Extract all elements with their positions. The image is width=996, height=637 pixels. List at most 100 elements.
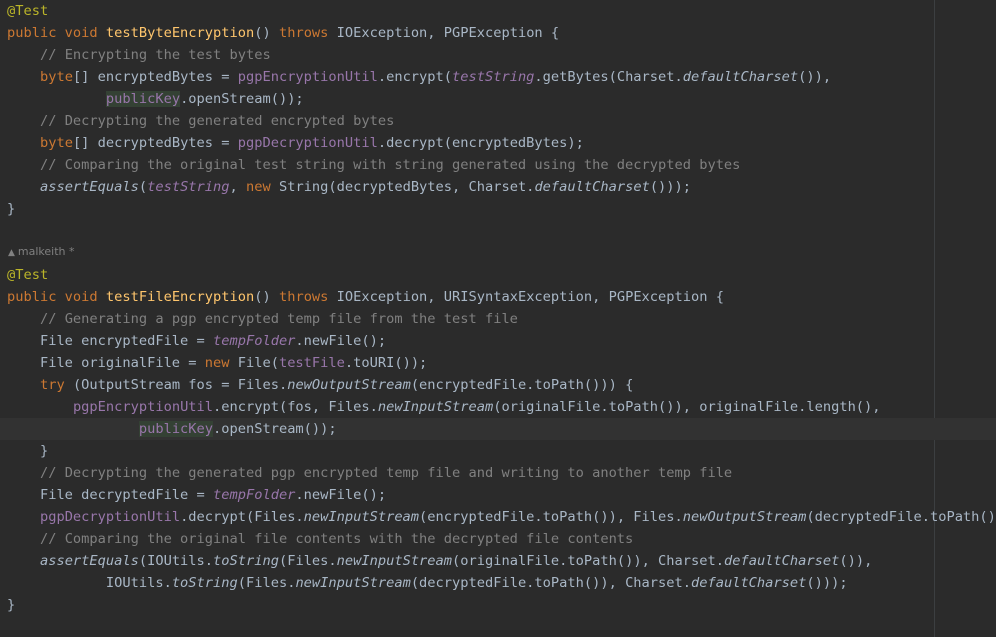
author-annotation[interactable]: ▲ malkeith * (8, 244, 75, 260)
code-token: ())); (649, 179, 692, 195)
code-token: @Test (7, 267, 49, 283)
code-token: byte (39, 69, 73, 85)
code-token: @Test (7, 3, 49, 19)
code-token: pgpDecryptionUtil (39, 509, 181, 525)
code-token: (originalFile.toPath()), Charset. (452, 553, 724, 569)
code-editor[interactable]: @Test public void testByteEncryption() th… (0, 0, 996, 637)
code-token: } (7, 597, 16, 613)
code-token: } (7, 443, 49, 459)
code-line[interactable]: File decryptedFile = tempFolder.newFile(… (0, 484, 996, 506)
code-token: // Comparing the original test string wi… (39, 157, 741, 173)
code-token: File originalFile = (7, 355, 205, 371)
code-line[interactable] (0, 242, 996, 264)
code-token: assertEquals (39, 553, 139, 569)
code-token: // Generating a pgp encrypted temp file … (39, 311, 518, 327)
code-token: pgpEncryptionUtil (72, 399, 214, 415)
code-token: defaultCharset (682, 69, 799, 85)
code-line[interactable]: byte[] decryptedBytes = pgpDecryptionUti… (0, 132, 996, 154)
code-line[interactable]: } (0, 440, 996, 462)
code-token: newInputStream (336, 553, 453, 569)
code-line[interactable]: pgpEncryptionUtil.encrypt(fos, Files.new… (0, 396, 996, 418)
code-token: (encryptedFile.toPath())) { (410, 377, 634, 393)
code-line[interactable]: // Comparing the original test string wi… (0, 154, 996, 176)
code-line[interactable]: // Decrypting the generated pgp encrypte… (0, 462, 996, 484)
code-token: public void (7, 25, 106, 41)
code-token: testFileEncryption (105, 289, 255, 305)
code-line[interactable]: pgpDecryptionUtil.decrypt(Files.newInput… (0, 506, 996, 528)
code-token: throws (278, 289, 337, 305)
code-token: .getBytes(Charset. (534, 69, 683, 85)
code-token: // Decrypting the generated encrypted by… (39, 113, 395, 129)
code-token: testByteEncryption (105, 25, 255, 41)
code-token: defaultCharset (691, 575, 807, 591)
code-line[interactable]: @Test (0, 0, 996, 22)
code-token: newInputStream (303, 509, 420, 525)
code-line[interactable]: assertEquals(IOUtils.toString(Files.newI… (0, 550, 996, 572)
code-line[interactable]: try (OutputStream fos = Files.newOutputS… (0, 374, 996, 396)
code-line[interactable]: File originalFile = new File(testFile.to… (0, 352, 996, 374)
code-token: () (254, 289, 279, 305)
code-line[interactable]: // Generating a pgp encrypted temp file … (0, 308, 996, 330)
code-token: () (254, 25, 279, 41)
code-token: } (7, 201, 16, 217)
code-token: publicKey (105, 91, 181, 107)
code-token: testFile (278, 355, 345, 371)
code-line[interactable]: public void testFileEncryption() throws … (0, 286, 996, 308)
code-line[interactable]: publicKey.openStream()); (0, 88, 996, 110)
code-token: defaultCharset (534, 179, 650, 195)
code-line[interactable]: File encryptedFile = tempFolder.newFile(… (0, 330, 996, 352)
code-token: File encryptedFile = (7, 333, 214, 349)
code-token: .encrypt( (377, 69, 453, 85)
code-line[interactable]: // Encrypting the test bytes (0, 44, 996, 66)
code-token: [] encryptedBytes = (72, 69, 238, 85)
code-line-current[interactable]: publicKey.openStream()); (0, 418, 996, 440)
code-token: testString (452, 69, 535, 85)
author-name: malkeith * (17, 245, 75, 258)
code-token: newInputStream (295, 575, 411, 591)
code-token: (encryptedFile.toPath()), Files. (419, 509, 683, 525)
code-token: (OutputStream fos = Files. (72, 377, 288, 393)
code-token: File decryptedFile = (7, 487, 214, 503)
code-token: new (204, 355, 238, 371)
user-icon: ▲ (8, 248, 15, 258)
code-token: throws (278, 25, 337, 41)
code-line[interactable]: byte[] encryptedBytes = pgpEncryptionUti… (0, 66, 996, 88)
code-token: .decrypt(Files. (180, 509, 304, 525)
code-token: ( (138, 179, 148, 195)
code-token: // Decrypting the generated pgp encrypte… (39, 465, 733, 481)
code-line[interactable]: } (0, 594, 996, 616)
code-line[interactable]: @Test (0, 264, 996, 286)
code-token: // Encrypting the test bytes (39, 47, 271, 63)
code-line[interactable]: // Comparing the original file contents … (0, 528, 996, 550)
code-token: (decryptedFile.toPath())); (806, 509, 996, 525)
code-line[interactable]: public void testByteEncryption() throws … (0, 22, 996, 44)
code-token: ()), (839, 553, 873, 569)
code-line[interactable] (0, 220, 996, 242)
code-token: try (39, 377, 73, 393)
code-line[interactable]: // Decrypting the generated encrypted by… (0, 110, 996, 132)
code-line[interactable]: assertEquals(testString, new String(decr… (0, 176, 996, 198)
code-token: (IOUtils. (138, 553, 214, 569)
code-token: testString (147, 179, 230, 195)
code-token: newInputStream (377, 399, 494, 415)
code-line[interactable]: IOUtils.toString(Files.newInputStream(de… (0, 572, 996, 594)
code-token: .newFile(); (295, 487, 387, 503)
code-token: pgpEncryptionUtil (237, 69, 378, 85)
code-line[interactable]: } (0, 198, 996, 220)
code-token: ()), (798, 69, 832, 85)
code-token: tempFolder (213, 487, 296, 503)
code-token: (decryptedFile.toPath()), Charset. (410, 575, 691, 591)
code-token: .openStream()); (213, 421, 337, 437)
code-token: [] decryptedBytes = (72, 135, 238, 151)
code-token: ())); (806, 575, 848, 591)
code-token: String(decryptedBytes, Charset. (278, 179, 535, 195)
